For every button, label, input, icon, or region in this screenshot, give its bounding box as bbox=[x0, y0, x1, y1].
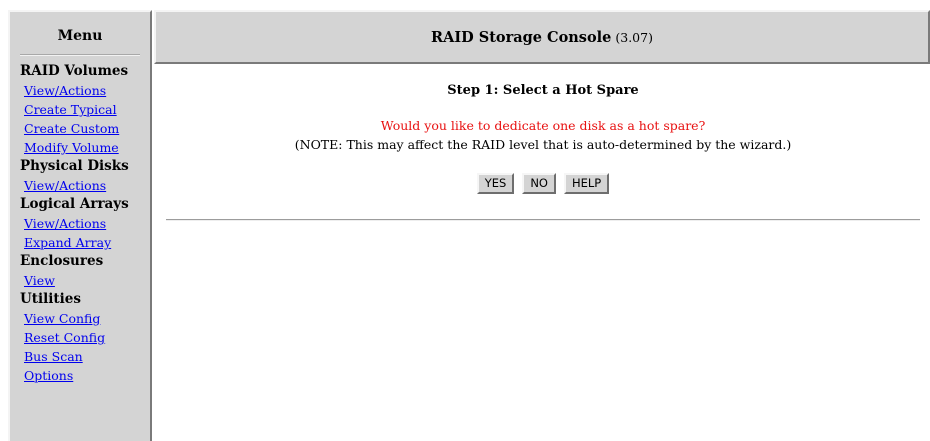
button-row: YES NO HELP bbox=[156, 173, 930, 194]
sidebar-menu: Menu RAID Volumes View/Actions Create Ty… bbox=[8, 10, 152, 441]
section-utilities: Utilities bbox=[20, 291, 81, 307]
sidebar-item-bus-scan[interactable]: Bus Scan bbox=[10, 347, 150, 366]
wizard-note: (NOTE: This may affect the RAID level th… bbox=[294, 137, 792, 152]
sidebar-item-options[interactable]: Options bbox=[10, 366, 150, 385]
main-content: Step 1: Select a Hot Spare Would you lik… bbox=[156, 64, 930, 441]
page-header: RAID Storage Console (3.07) bbox=[154, 10, 930, 64]
sidebar-item-expand-array[interactable]: Expand Array bbox=[10, 233, 150, 252]
menu-title: Menu bbox=[57, 28, 103, 44]
sidebar-item-physical-disks-view-actions[interactable]: View/Actions bbox=[10, 176, 150, 195]
horizontal-divider bbox=[166, 219, 920, 221]
menu-divider bbox=[20, 54, 140, 56]
sidebar-item-enclosures-view[interactable]: View bbox=[10, 271, 150, 290]
section-raid-volumes: RAID Volumes bbox=[20, 63, 129, 79]
help-button[interactable]: HELP bbox=[563, 173, 610, 194]
section-enclosures: Enclosures bbox=[20, 253, 104, 269]
sidebar-item-create-typical[interactable]: Create Typical bbox=[10, 100, 150, 119]
sidebar-item-view-config[interactable]: View Config bbox=[10, 309, 150, 328]
version-label: (3.07) bbox=[615, 29, 653, 45]
section-physical-disks: Physical Disks bbox=[20, 158, 129, 174]
sidebar-item-reset-config[interactable]: Reset Config bbox=[10, 328, 150, 347]
hot-spare-question: Would you like to dedicate one disk as a… bbox=[380, 118, 706, 133]
section-logical-arrays: Logical Arrays bbox=[20, 196, 129, 212]
sidebar-item-raid-volumes-view-actions[interactable]: View/Actions bbox=[10, 81, 150, 100]
page-title: RAID Storage Console bbox=[431, 28, 612, 46]
yes-button[interactable]: YES bbox=[476, 173, 515, 194]
sidebar-item-create-custom[interactable]: Create Custom bbox=[10, 119, 150, 138]
sidebar-item-logical-arrays-view-actions[interactable]: View/Actions bbox=[10, 214, 150, 233]
no-button[interactable]: NO bbox=[522, 173, 556, 194]
sidebar-item-modify-volume[interactable]: Modify Volume bbox=[10, 138, 150, 157]
step-title: Step 1: Select a Hot Spare bbox=[447, 83, 639, 98]
